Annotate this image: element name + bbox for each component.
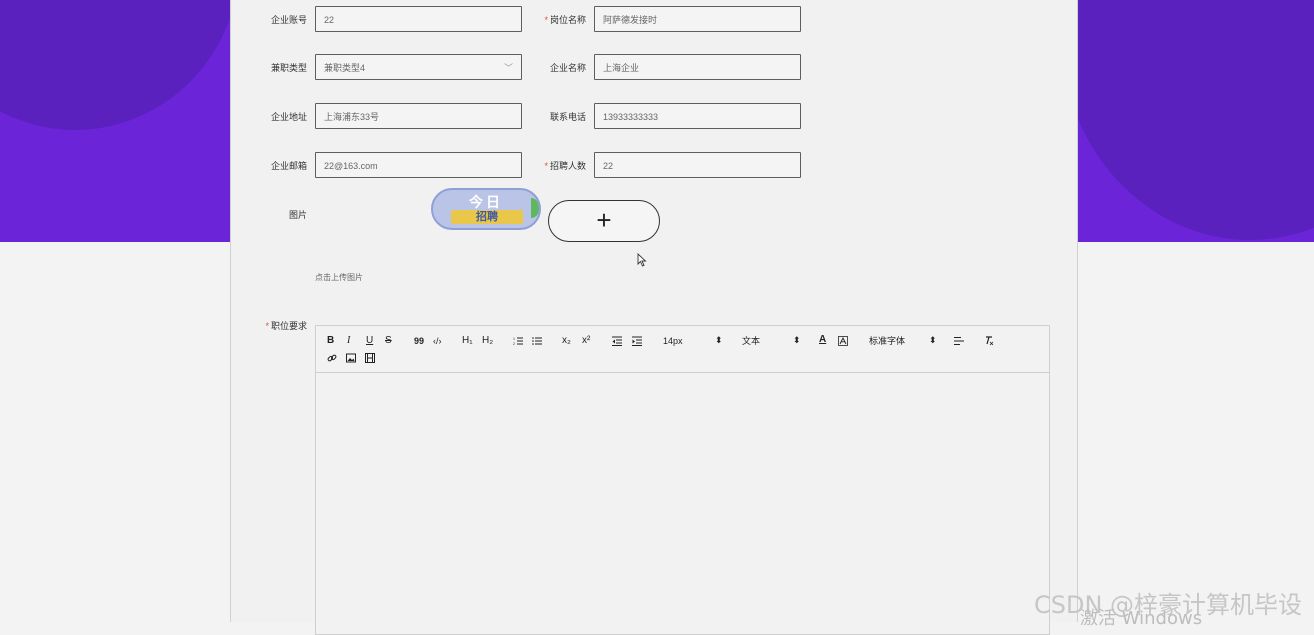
font-family-updown-icon[interactable]: ⬍: [929, 334, 937, 346]
svg-text:2: 2: [513, 342, 515, 346]
job-type-label: 兼职类型: [270, 63, 307, 73]
editor-toolbar: B I U S 99 ‹/› H₁ H₂ 12 x₂ x² 14px ⬍ 文本 …: [316, 326, 1049, 373]
mouse-cursor-icon: [637, 253, 647, 267]
image-icon[interactable]: [346, 353, 356, 363]
decor-circle-right: [1060, 0, 1314, 240]
upload-hint: 点击上传图片: [315, 273, 363, 282]
job-requirements-label: * 职位要求: [265, 321, 307, 331]
company-address-input[interactable]: 上海浦东33号: [315, 103, 522, 129]
clear-format-icon[interactable]: [984, 336, 994, 346]
font-size-select[interactable]: 14px: [663, 335, 683, 347]
recruit-count-label: * 招聘人数: [544, 161, 586, 171]
company-email-input[interactable]: 22@163.com: [315, 152, 522, 178]
decor-circle-left: [0, 0, 240, 130]
subscript-button[interactable]: x₂: [562, 335, 571, 347]
underline-button[interactable]: U: [366, 335, 373, 347]
italic-button[interactable]: I: [347, 335, 350, 347]
company-address-label: 企业地址: [270, 112, 307, 122]
h1-button[interactable]: H₁: [462, 335, 473, 347]
superscript-button[interactable]: x²: [582, 335, 590, 347]
logo-text: 今日: [469, 195, 503, 211]
phone-input[interactable]: 13933333333: [594, 103, 801, 129]
font-color-button[interactable]: A: [819, 334, 826, 346]
indent-decrease-icon[interactable]: [612, 336, 622, 346]
logo-corner: [531, 198, 539, 218]
text-type-select[interactable]: 文本: [742, 335, 760, 347]
indent-increase-icon[interactable]: [632, 336, 642, 346]
code-button[interactable]: ‹/›: [433, 335, 442, 347]
phone-label: 联系电话: [549, 112, 586, 122]
bold-button[interactable]: B: [327, 335, 334, 347]
upload-button[interactable]: +: [548, 200, 660, 242]
activate-windows-text: 激活 Windows: [1080, 608, 1203, 629]
h2-button[interactable]: H₂: [482, 335, 493, 347]
company-account-input[interactable]: 22: [315, 6, 522, 32]
company-name-input[interactable]: 上海企业: [594, 54, 801, 80]
bullet-list-icon[interactable]: [532, 336, 542, 346]
company-account-label: 企业账号: [270, 15, 307, 25]
rich-text-editor: B I U S 99 ‹/› H₁ H₂ 12 x₂ x² 14px ⬍ 文本 …: [315, 325, 1050, 635]
image-label: 图片: [288, 210, 307, 220]
company-email-label: 企业邮箱: [270, 161, 307, 171]
logo-band-text: 招聘: [451, 210, 523, 224]
form-panel: 企业账号 22 * 岗位名称 阿萨德发接时 兼职类型 兼职类型4 ﹀ 企业名称 上海…: [230, 0, 1078, 635]
align-icon[interactable]: [954, 336, 964, 346]
font-family-select[interactable]: 标准字体: [869, 335, 905, 347]
plus-icon: +: [596, 205, 612, 235]
ordered-list-icon[interactable]: 12: [513, 336, 523, 346]
video-icon[interactable]: [365, 353, 375, 363]
background-color-icon[interactable]: [838, 336, 848, 346]
recruit-count-input[interactable]: 22: [594, 152, 801, 178]
svg-text:1: 1: [513, 337, 515, 341]
company-name-label: 企业名称: [549, 63, 586, 73]
job-title-label: * 岗位名称: [544, 15, 586, 25]
blockquote-button[interactable]: 99: [414, 335, 424, 347]
font-size-updown-icon[interactable]: ⬍: [715, 334, 723, 346]
chevron-down-icon: ﹀: [503, 63, 513, 73]
strike-button[interactable]: S: [385, 335, 392, 347]
editor-content-area[interactable]: [316, 373, 1049, 633]
text-type-updown-icon[interactable]: ⬍: [793, 334, 801, 346]
link-icon[interactable]: [327, 353, 337, 363]
job-type-select[interactable]: 兼职类型4 ﹀: [315, 54, 522, 80]
uploaded-image-thumbnail[interactable]: 今日 招聘: [431, 188, 541, 230]
job-title-input[interactable]: 阿萨德发接时: [594, 6, 801, 32]
